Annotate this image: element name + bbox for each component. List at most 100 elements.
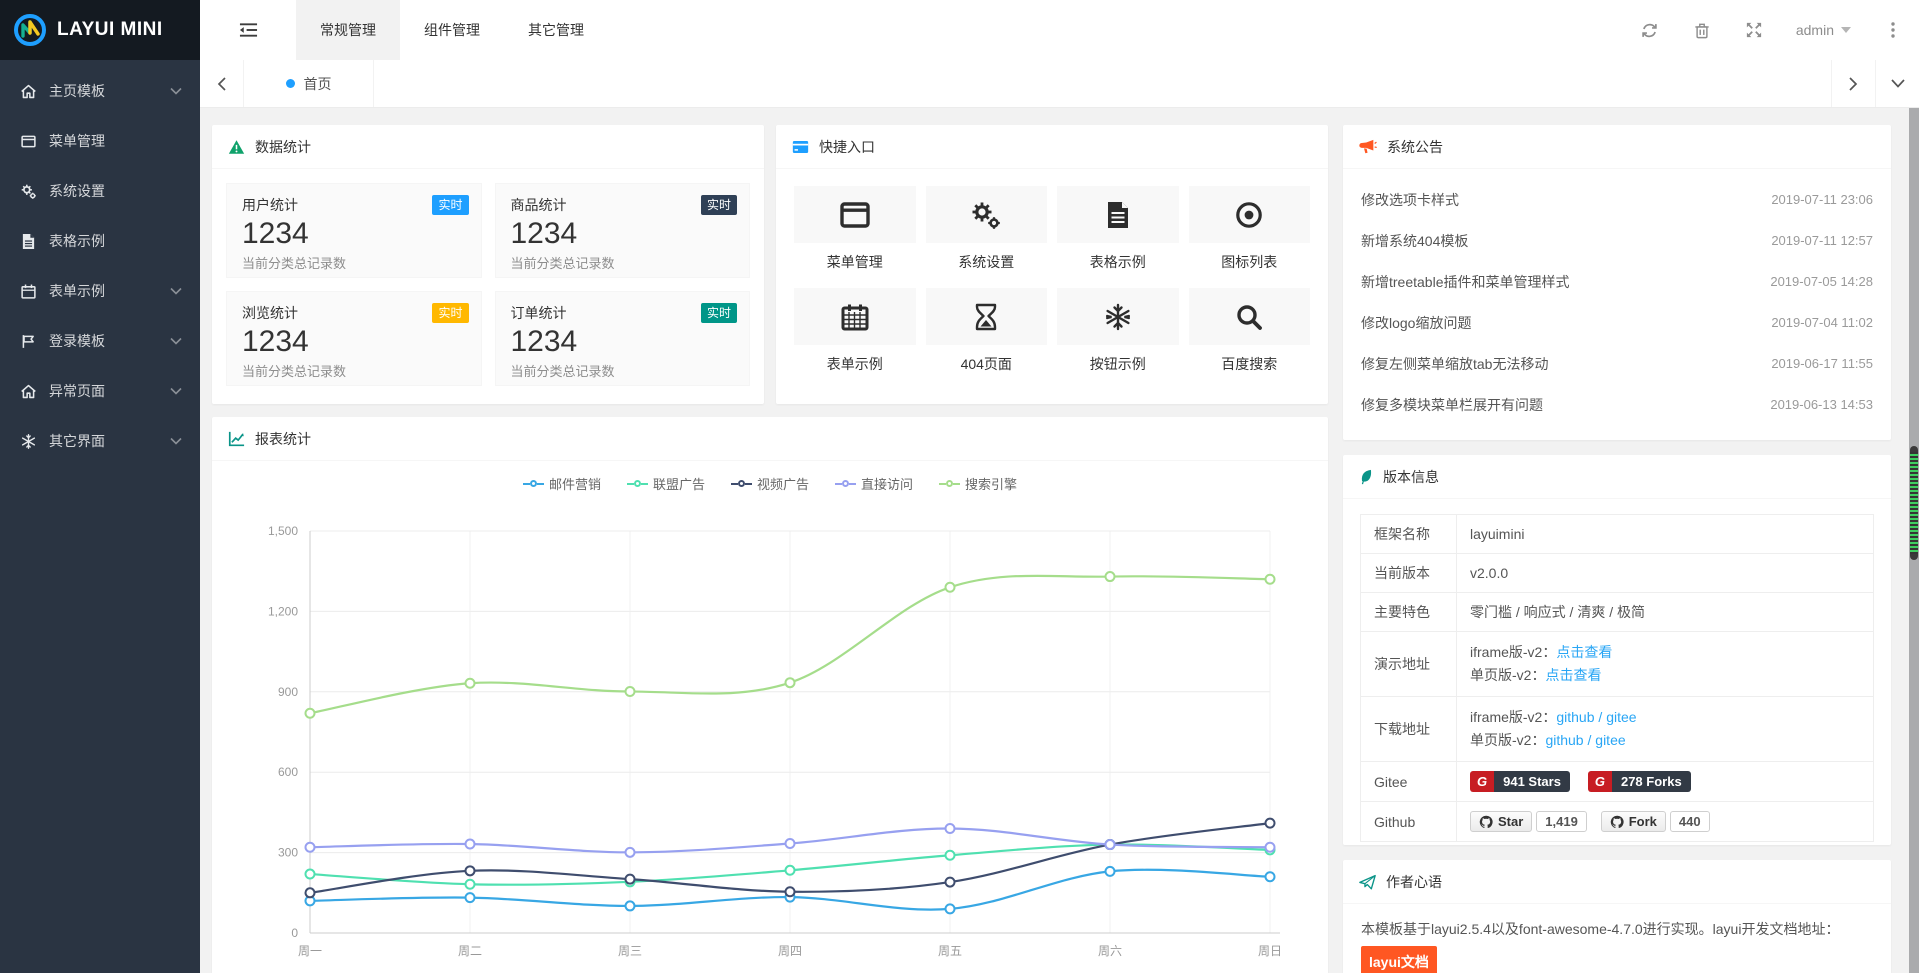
window-blue-icon [792, 140, 809, 154]
download-link-gitee[interactable]: gitee [1606, 709, 1636, 725]
layui-doc-badge[interactable]: layui文档 [1361, 946, 1437, 973]
report-card-title: 报表统计 [255, 429, 311, 449]
svg-text:1,200: 1,200 [268, 604, 298, 618]
sidebar-item-table-examples[interactable]: 表格示例 [0, 216, 200, 266]
stats-grid: 用户统计 1234 当前分类总记录数 实时 商品统计 1234 当前分类总记录数… [212, 169, 764, 400]
legend-item[interactable]: 邮件营销 [523, 474, 601, 493]
stat-views[interactable]: 浏览统计 1234 当前分类总记录数 实时 [226, 291, 482, 386]
stat-user[interactable]: 用户统计 1234 当前分类总记录数 实时 [226, 183, 482, 278]
table-row: 主要特色 零门槛 / 响应式 / 清爽 / 极简 [1361, 593, 1874, 632]
collapse-menu-button[interactable] [200, 0, 296, 60]
quick-entry-menu[interactable]: 菜单管理 [794, 186, 916, 272]
fullscreen-button[interactable] [1728, 0, 1780, 60]
stat-product[interactable]: 商品统计 1234 当前分类总记录数 实时 [495, 183, 751, 278]
legend-item[interactable]: 搜索引擎 [939, 474, 1017, 493]
clear-cache-button[interactable] [1676, 0, 1728, 60]
chevron-right-icon [1849, 77, 1858, 91]
notice-card-header: 系统公告 [1343, 125, 1891, 169]
demo-link-spa[interactable]: 点击查看 [1545, 667, 1601, 683]
version-card-header: 版本信息 [1343, 455, 1891, 499]
quick-entry-form[interactable]: 表单示例 [794, 288, 916, 374]
quick-entry-table[interactable]: 表格示例 [1057, 186, 1179, 272]
notice-item[interactable]: 修改logo缩放问题 2019-07-04 11:02 [1361, 302, 1873, 343]
active-tab-dot [286, 79, 295, 88]
expand-icon [1746, 22, 1762, 38]
legend-item[interactable]: 联盟广告 [627, 474, 705, 493]
flag-icon [20, 333, 37, 350]
legend-item[interactable]: 直接访问 [835, 474, 913, 493]
notice-item[interactable]: 新增treetable插件和菜单管理样式 2019-07-05 14:28 [1361, 261, 1873, 302]
tab-scroll-left-button[interactable] [200, 60, 244, 107]
svg-text:周一: 周一 [298, 944, 322, 958]
sidebar-item-menu-management[interactable]: 菜单管理 [0, 116, 200, 166]
notice-item[interactable]: 修复多模块菜单栏展开有问题 2019-06-13 14:53 [1361, 384, 1873, 425]
download-link-github[interactable]: github [1545, 732, 1583, 748]
report-chart-container: 03006009001,2001,500周一周二周三周四周五周六周日 [212, 493, 1328, 971]
demo-link-iframe[interactable]: 点击查看 [1556, 644, 1612, 660]
github-star-button[interactable]: Star [1470, 811, 1532, 832]
github-icon [1610, 815, 1624, 829]
download-link-gitee[interactable]: gitee [1595, 732, 1625, 748]
status-badge: 实时 [432, 303, 468, 323]
svg-text:0: 0 [291, 926, 298, 940]
scrollbar-thumb[interactable] [1910, 446, 1918, 560]
table-row: 演示地址 iframe版-v2：点击查看 单页版-v2：点击查看 [1361, 632, 1874, 697]
stats-card-title: 数据统计 [255, 137, 311, 157]
notice-item[interactable]: 新增系统404模板 2019-07-11 12:57 [1361, 220, 1873, 261]
header-tab-other[interactable]: 其它管理 [504, 0, 608, 60]
sidebar-item-other-ui[interactable]: 其它界面 [0, 416, 200, 466]
download-link-github[interactable]: github [1556, 709, 1594, 725]
author-text: 本模板基于layui2.5.4以及font-awesome-4.7.0进行实现。… [1361, 921, 1839, 937]
stats-card-header: 数据统计 [212, 125, 764, 169]
refresh-button[interactable] [1624, 0, 1676, 60]
main-content: 数据统计 用户统计 1234 当前分类总记录数 实时 商品统计 1234 当前分… [200, 108, 1909, 973]
snowflake-icon [20, 433, 37, 450]
github-fork-button[interactable]: Fork [1601, 811, 1666, 832]
chevron-left-icon [217, 77, 226, 91]
quick-entry-baidu[interactable]: 百度搜索 [1189, 288, 1311, 374]
gitee-forks-badge[interactable]: G278 Forks [1588, 771, 1691, 792]
stat-orders[interactable]: 订单统计 1234 当前分类总记录数 实时 [495, 291, 751, 386]
author-card-header: 作者心语 [1343, 860, 1891, 904]
quick-card-title: 快捷入口 [819, 137, 875, 157]
tab-home[interactable]: 首页 [244, 60, 374, 107]
chevron-down-icon [170, 437, 182, 445]
snowflake-icon [1104, 303, 1132, 331]
version-table-wrap: 框架名称 layuimini 当前版本 v2.0.0 主要特色 零门槛 / 响应… [1343, 499, 1891, 857]
legend-item[interactable]: 视频广告 [731, 474, 809, 493]
sidebar-item-system-settings[interactable]: 系统设置 [0, 166, 200, 216]
hourglass-icon [973, 303, 999, 331]
sidebar-item-login-templates[interactable]: 登录模板 [0, 316, 200, 366]
line-chart-icon [228, 431, 245, 447]
chevron-down-icon [1891, 79, 1905, 88]
user-menu[interactable]: admin [1780, 22, 1867, 38]
table-row: 当前版本 v2.0.0 [1361, 554, 1874, 593]
refresh-icon [1641, 22, 1658, 39]
app-logo[interactable]: LAYUI MINI [0, 0, 200, 60]
tab-scroll-right-button[interactable] [1831, 60, 1875, 107]
notice-item[interactable]: 修改选项卡样式 2019-07-11 23:06 [1361, 179, 1873, 220]
sidebar-item-error-pages[interactable]: 异常页面 [0, 366, 200, 416]
quick-entry-buttons[interactable]: 按钮示例 [1057, 288, 1179, 374]
svg-text:周二: 周二 [458, 944, 482, 958]
github-fork-count[interactable]: 440 [1670, 811, 1710, 832]
github-star-count[interactable]: 1,419 [1536, 811, 1587, 832]
header-tab-components[interactable]: 组件管理 [400, 0, 504, 60]
quick-entry-settings[interactable]: 系统设置 [926, 186, 1048, 272]
top-header: 常规管理 组件管理 其它管理 admin [200, 0, 1919, 60]
chevron-down-icon [170, 287, 182, 295]
page-scrollbar[interactable] [1909, 108, 1919, 973]
svg-text:600: 600 [278, 765, 298, 779]
tab-home-label: 首页 [304, 74, 332, 94]
gitee-stars-badge[interactable]: G941 Stars [1470, 771, 1570, 792]
sidebar-item-form-examples[interactable]: 表单示例 [0, 266, 200, 316]
header-tab-general[interactable]: 常规管理 [296, 0, 400, 60]
notice-item[interactable]: 修复左侧菜单缩放tab无法移动 2019-06-17 11:55 [1361, 343, 1873, 384]
more-options-button[interactable] [1867, 0, 1919, 60]
sidebar-item-label: 登录模板 [49, 331, 105, 351]
tab-operations-button[interactable] [1875, 60, 1919, 107]
sidebar-item-home-templates[interactable]: 主页模板 [0, 66, 200, 116]
quick-entry-icons[interactable]: 图标列表 [1189, 186, 1311, 272]
quick-entry-404[interactable]: 404页面 [926, 288, 1048, 374]
gitee-logo-icon: G [1470, 771, 1494, 792]
